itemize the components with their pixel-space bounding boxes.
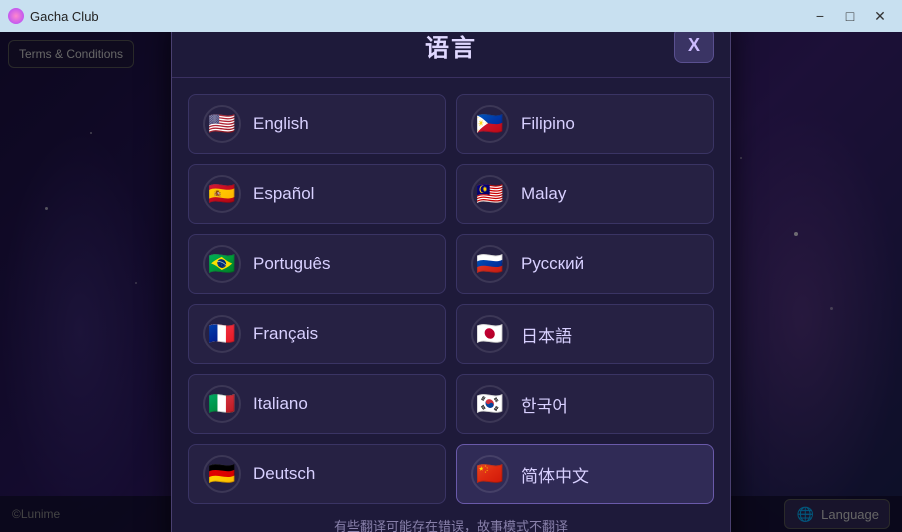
- flag-ms: 🇲🇾: [471, 175, 509, 213]
- modal-overlay: 语言 X 🇺🇸 English 🇵🇭 Filipino 🇪🇸 Español 🇲🇾 Malay…: [0, 32, 902, 532]
- flag-en: 🇺🇸: [203, 105, 241, 143]
- lang-name-ru: Русский: [521, 254, 584, 274]
- window-close-button[interactable]: ✕: [866, 6, 894, 26]
- language-item-es[interactable]: 🇪🇸 Español: [188, 164, 446, 224]
- app-area: Terms & Conditions 语言 X 🇺🇸English🇵🇭Filip…: [0, 32, 902, 532]
- language-modal: 语言 X 🇺🇸 English 🇵🇭 Filipino 🇪🇸 Español 🇲🇾 Malay…: [171, 32, 731, 532]
- window-controls: − □ ✕: [806, 6, 894, 26]
- title-bar: Gacha Club − □ ✕: [0, 0, 902, 32]
- language-item-ru[interactable]: 🇷🇺 Русский: [456, 234, 714, 294]
- app-icon: [8, 8, 24, 24]
- flag-es: 🇪🇸: [203, 175, 241, 213]
- lang-name-ms: Malay: [521, 184, 566, 204]
- lang-name-de: Deutsch: [253, 464, 315, 484]
- language-item-ms[interactable]: 🇲🇾 Malay: [456, 164, 714, 224]
- language-item-en[interactable]: 🇺🇸 English: [188, 94, 446, 154]
- lang-name-fr: Français: [253, 324, 318, 344]
- lang-name-es: Español: [253, 184, 314, 204]
- flag-ja: 🇯🇵: [471, 315, 509, 353]
- modal-header: 语言 X: [172, 32, 730, 78]
- flag-fr: 🇫🇷: [203, 315, 241, 353]
- lang-name-ko: 한국어: [521, 392, 568, 417]
- language-item-fr[interactable]: 🇫🇷 Français: [188, 304, 446, 364]
- language-item-zh[interactable]: 🇨🇳 简体中文: [456, 444, 714, 504]
- lang-name-ja: 日本語: [521, 322, 572, 347]
- language-item-pt[interactable]: 🇧🇷 Português: [188, 234, 446, 294]
- title-bar-left: Gacha Club: [8, 8, 99, 24]
- language-item-fil[interactable]: 🇵🇭 Filipino: [456, 94, 714, 154]
- lang-name-pt: Português: [253, 254, 331, 274]
- flag-zh: 🇨🇳: [471, 455, 509, 493]
- lang-name-zh: 简体中文: [521, 462, 589, 487]
- flag-de: 🇩🇪: [203, 455, 241, 493]
- language-item-de[interactable]: 🇩🇪 Deutsch: [188, 444, 446, 504]
- modal-title: 语言: [228, 32, 674, 63]
- maximize-button[interactable]: □: [836, 6, 864, 26]
- flag-ru: 🇷🇺: [471, 245, 509, 283]
- modal-disclaimer: 有些翻译可能存在错误，故事模式不翻译: [172, 516, 730, 532]
- flag-pt: 🇧🇷: [203, 245, 241, 283]
- app-title: Gacha Club: [30, 9, 99, 24]
- lang-name-en: English: [253, 114, 309, 134]
- lang-name-fil: Filipino: [521, 114, 575, 134]
- language-grid: 🇺🇸 English 🇵🇭 Filipino 🇪🇸 Español 🇲🇾 Malay 🇧🇷 Por…: [172, 94, 730, 504]
- flag-ko: 🇰🇷: [471, 385, 509, 423]
- language-item-ja[interactable]: 🇯🇵 日本語: [456, 304, 714, 364]
- lang-name-it: Italiano: [253, 394, 308, 414]
- modal-close-button[interactable]: X: [674, 32, 714, 63]
- flag-fil: 🇵🇭: [471, 105, 509, 143]
- flag-it: 🇮🇹: [203, 385, 241, 423]
- language-item-it[interactable]: 🇮🇹 Italiano: [188, 374, 446, 434]
- minimize-button[interactable]: −: [806, 6, 834, 26]
- language-item-ko[interactable]: 🇰🇷 한국어: [456, 374, 714, 434]
